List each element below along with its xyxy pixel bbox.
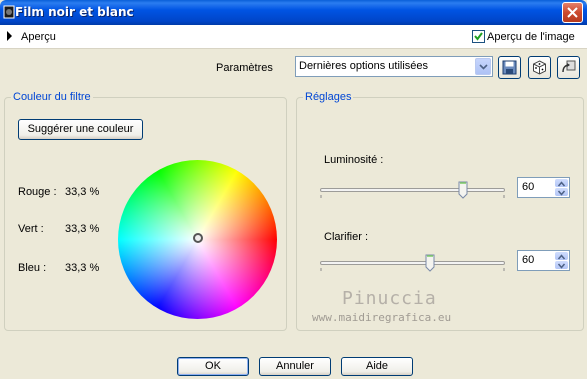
chevron-up-icon [557,181,566,187]
cancel-button[interactable]: Annuler [259,357,331,376]
close-icon [567,7,578,18]
watermark-name: Pinuccia [342,288,437,309]
green-value: 33,3 % [65,223,100,235]
brightness-slider-ticks [320,195,505,198]
brightness-down-button[interactable] [555,188,568,196]
brightness-spinbox[interactable]: 60 [517,177,570,198]
ok-button[interactable]: OK [177,357,249,376]
reset-icon [562,60,576,73]
brightness-spin-arrows[interactable] [555,179,568,196]
window-title: Film noir et blanc [15,5,134,19]
clarify-slider-ticks [320,268,505,271]
preview-row: Aperçu Aperçu de l'image [0,25,587,49]
settings-group: Réglages [296,91,584,331]
preview-toggle-label[interactable]: Aperçu [21,31,56,43]
clarify-spinbox[interactable]: 60 [517,250,570,271]
save-preset-button[interactable] [498,56,521,79]
settings-group-title: Réglages [303,91,354,103]
help-button[interactable]: Aide [341,357,413,376]
params-select[interactable]: Dernières options utilisées [295,56,493,77]
title-bar[interactable]: Film noir et blanc [0,0,587,25]
blue-value: 33,3 % [65,262,100,274]
image-preview-label[interactable]: Aperçu de l'image [487,31,575,43]
clarify-slider-track[interactable] [320,261,505,265]
watermark-url: www.maidiregrafica.eu [312,311,452,324]
reset-button[interactable] [557,56,580,79]
save-icon [502,60,517,75]
brightness-label: Luminosité : [324,154,384,166]
app-icon[interactable] [2,4,16,20]
blue-label: Bleu : [18,262,47,274]
clarify-down-button[interactable] [555,261,568,269]
clarify-spin-arrows[interactable] [555,252,568,269]
dropdown-button[interactable] [475,58,491,75]
params-select-value: Dernières options utilisées [299,60,429,72]
chevron-down-icon [557,263,566,269]
checkmark-icon [474,32,483,41]
close-button[interactable] [562,2,583,23]
chevron-down-icon [557,190,566,196]
suggest-color-button[interactable]: Suggérer une couleur [18,119,143,140]
green-label: Vert : [18,223,44,235]
brightness-value[interactable]: 60 [522,181,534,193]
red-value: 33,3 % [65,186,100,198]
randomize-button[interactable] [528,56,551,79]
chevron-up-icon [557,254,566,260]
dice-icon [533,60,546,75]
clarify-value[interactable]: 60 [522,254,534,266]
brightness-slider-thumb[interactable] [458,181,468,199]
chevron-down-icon [479,64,488,70]
params-label: Paramètres [216,62,273,74]
color-wheel-marker[interactable] [193,233,203,243]
clarify-label: Clarifier : [324,231,369,243]
brightness-up-button[interactable] [555,179,568,187]
image-preview-checkbox[interactable] [472,30,485,43]
expand-arrow-icon[interactable] [7,31,12,41]
clarify-up-button[interactable] [555,252,568,260]
filter-color-group-title: Couleur du filtre [11,91,93,103]
clarify-slider-thumb[interactable] [425,254,435,272]
red-label: Rouge : [18,186,57,198]
brightness-slider-track[interactable] [320,188,505,192]
